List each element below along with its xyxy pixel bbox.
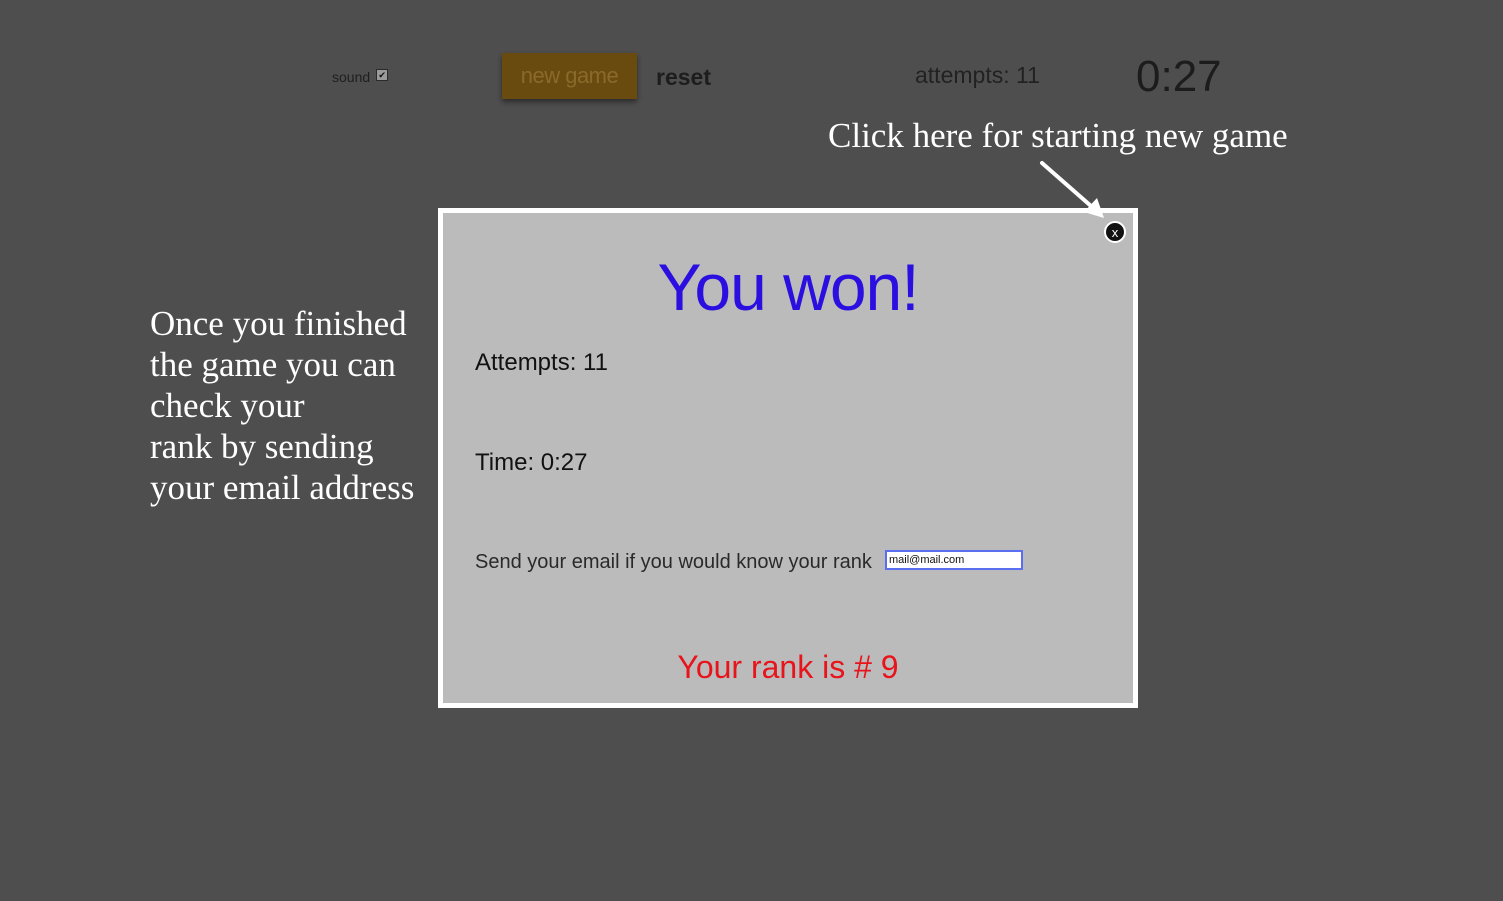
attempts-counter: attempts: 11 [915,62,1040,88]
result-attempts: Attempts: 11 [475,349,608,376]
result-time: Time: 0:27 [475,449,588,476]
sound-checkbox[interactable]: ✔ [376,69,389,81]
annotation-line: Once you finished [150,304,407,343]
win-dialog: x You won! Attempts: 11 Time: 0:27 Send … [438,208,1138,708]
new-game-button[interactable]: new game [502,53,637,99]
reset-button[interactable]: reset [656,60,711,94]
game-screen: sound ✔ new game reset attempts: 11 0:27… [0,0,1503,901]
email-input[interactable] [885,550,1023,570]
annotation-line: check your [150,386,305,425]
annotation-line: the game you can [150,345,396,384]
annotation-rank-hint: Once you finished the game you can check… [150,303,435,508]
annotation-new-game-hint: Click here for starting new game [828,116,1288,155]
dialog-title: You won! [657,250,919,324]
game-timer: 0:27 [1136,52,1222,101]
annotation-line: your email address [150,468,415,507]
rank-result: Your rank is # 9 [677,649,899,685]
close-icon[interactable]: x [1104,221,1126,243]
email-prompt: Send your email if you would know your r… [475,551,872,573]
sound-label: sound [332,69,371,85]
sound-toggle[interactable]: sound ✔ [332,67,389,87]
annotation-line: rank by sending [150,427,374,466]
